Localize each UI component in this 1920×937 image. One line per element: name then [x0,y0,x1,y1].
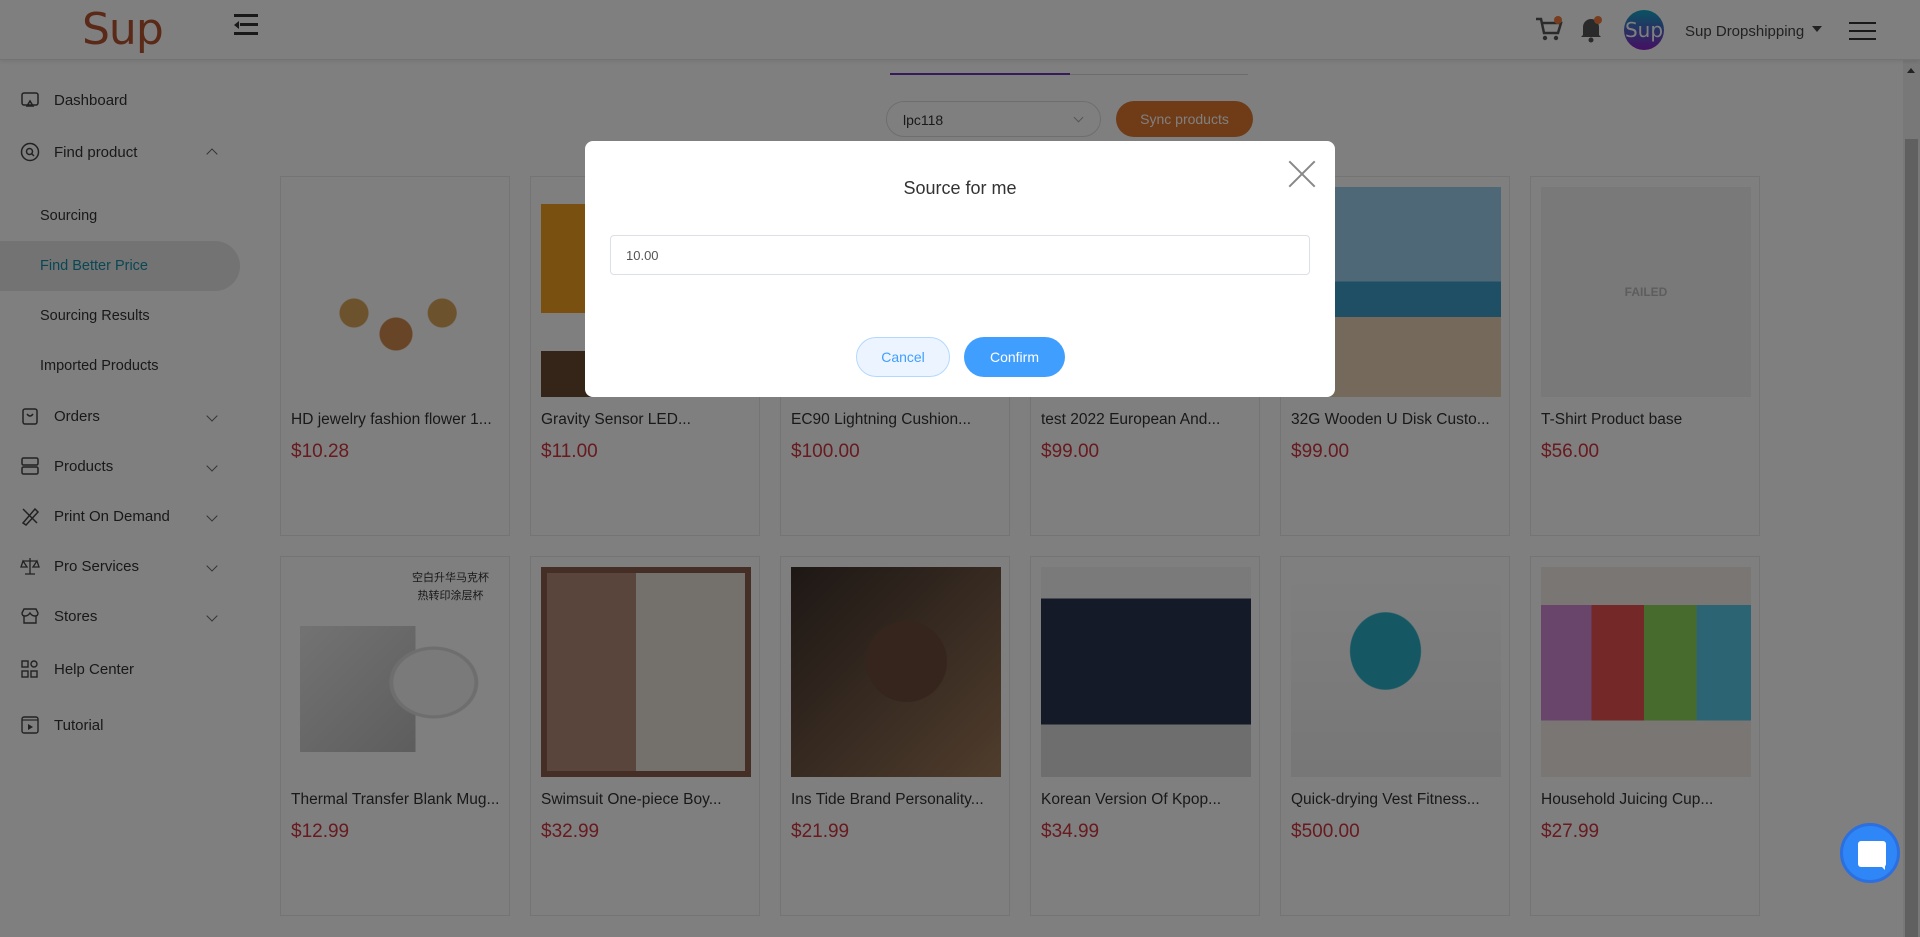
confirm-button[interactable]: Confirm [964,337,1065,377]
dialog-title: Source for me [903,178,1017,198]
source-for-me-dialog: Source for me Cancel Confirm [585,141,1335,397]
close-icon[interactable] [1288,160,1316,188]
chat-support-button[interactable] [1840,823,1900,883]
price-input[interactable] [610,235,1310,275]
cancel-button[interactable]: Cancel [856,337,950,377]
